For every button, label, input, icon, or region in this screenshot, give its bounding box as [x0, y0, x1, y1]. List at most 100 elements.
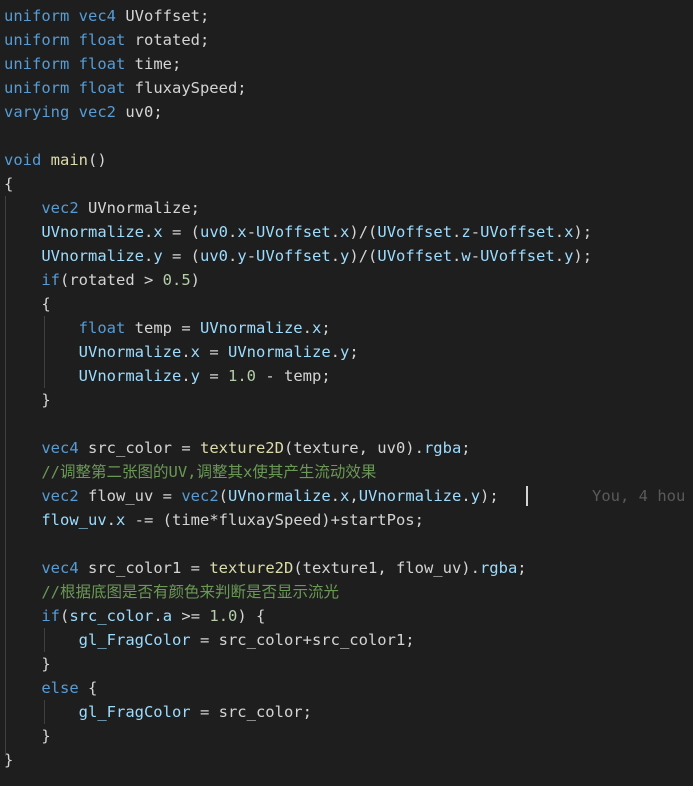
code-token: UVoffset	[480, 223, 555, 241]
code-token: x	[116, 511, 126, 529]
code-token: y	[470, 487, 481, 505]
code-token: .	[181, 367, 191, 385]
code-token: UVoffset	[377, 223, 453, 241]
code-token: = (	[162, 247, 200, 265]
indent-guide-if	[44, 316, 45, 388]
code-token: {	[4, 295, 51, 313]
code-token: );	[573, 223, 593, 241]
code-token: .	[461, 487, 471, 505]
code-line: uniform float rotated;	[4, 28, 209, 52]
code-token: vec4	[41, 559, 88, 577]
code-token: UVnormalize;	[88, 199, 200, 217]
code-token: float	[78, 55, 135, 73]
code-token: ,	[349, 487, 359, 505]
code-token: .	[106, 511, 116, 529]
code-token: )/(	[349, 223, 378, 241]
code-token: UVoffset	[256, 223, 331, 241]
code-line: }	[4, 724, 51, 748]
code-token: }	[4, 727, 51, 745]
code-token: vec2	[181, 487, 219, 505]
code-token: .	[228, 247, 238, 265]
code-token: .	[330, 223, 341, 241]
code-line: float temp = UVnormalize.x;	[4, 316, 331, 340]
code-line: UVnormalize.y = 1.0 - temp;	[4, 364, 331, 388]
code-line: vec4 src_color1 = texture2D(texture1, fl…	[4, 556, 526, 580]
code-token: ;	[461, 439, 471, 457]
code-token: UVnormalize	[41, 247, 144, 265]
code-token: );	[480, 487, 499, 505]
code-editor[interactable]: uniform vec4 UVoffset; uniform float rota…	[0, 0, 693, 786]
code-token: texture2D	[209, 559, 294, 577]
code-token: .	[452, 223, 462, 241]
code-token: UVoffset;	[125, 7, 210, 25]
code-token: vec2	[41, 487, 88, 505]
code-token: = (	[162, 223, 200, 241]
code-line: flow_uv.x -= (time*fluxaySpeed)+startPos…	[4, 508, 424, 532]
code-token: y	[237, 247, 247, 265]
code-token: (texture, uv0).	[283, 439, 424, 457]
code-line: void main()	[4, 148, 107, 172]
code-token: y	[340, 343, 350, 361]
code-token: .	[302, 319, 312, 337]
code-token: time;	[134, 55, 182, 73]
code-token: src_color =	[88, 439, 200, 457]
code-token: 0.5	[162, 271, 191, 289]
code-token: = src_color+src_color1;	[190, 631, 415, 649]
code-token: x	[564, 223, 574, 241]
code-token: varying	[4, 103, 79, 121]
code-token: {	[78, 679, 98, 697]
code-token: vec4	[78, 7, 126, 25]
code-token: gl_FragColor	[78, 631, 191, 649]
code-token: temp =	[134, 319, 200, 337]
code-token: );	[573, 247, 593, 265]
code-token: main	[50, 151, 88, 169]
indent-guide-else	[44, 700, 45, 724]
code-token: x	[340, 487, 350, 505]
indent-guide	[5, 196, 6, 756]
code-token: rgba	[423, 439, 462, 457]
code-token: flow_uv =	[88, 487, 182, 505]
code-token: UVnormalize	[78, 367, 182, 385]
git-blame-annotation: You, 4 hou	[592, 487, 686, 505]
code-line: }	[4, 388, 50, 412]
code-line: //根据底图是否有颜色来判断是否显示流光	[4, 580, 339, 604]
code-token: .	[554, 223, 565, 241]
code-token: //调整第二张图的UV,调整其x使其产生流动效果	[41, 463, 377, 481]
code-token: .	[228, 223, 238, 241]
code-token: -	[246, 247, 257, 265]
code-token: 1.0	[209, 607, 238, 625]
code-token: (rotated >	[60, 271, 163, 289]
code-token: UVnormalize	[41, 223, 144, 241]
code-token: uniform	[4, 31, 79, 49]
code-token: rotated;	[134, 31, 210, 49]
code-token: 1.0	[228, 367, 256, 385]
code-token: uv0;	[125, 103, 163, 121]
code-token: ) {	[237, 607, 266, 625]
code-token: .	[452, 247, 462, 265]
code-token: uniform	[4, 7, 79, 25]
code-token: UVnormalize	[199, 319, 303, 337]
code-line: if(rotated > 0.5)	[4, 268, 200, 292]
code-line: varying vec2 uv0;	[4, 100, 163, 124]
code-line: UVnormalize.x = UVnormalize.y;	[4, 340, 359, 364]
code-token: -	[246, 223, 257, 241]
code-token: UVoffset	[377, 247, 453, 265]
code-line: if(src_color.a >= 1.0) {	[4, 604, 265, 628]
code-token: ;	[349, 343, 359, 361]
code-line: vec2 UVnormalize;	[4, 196, 200, 220]
code-token: x	[340, 223, 350, 241]
code-token: w	[461, 247, 471, 265]
code-line: vec4 src_color = texture2D(texture, uv0)…	[4, 436, 471, 460]
code-token: ;	[321, 319, 331, 337]
